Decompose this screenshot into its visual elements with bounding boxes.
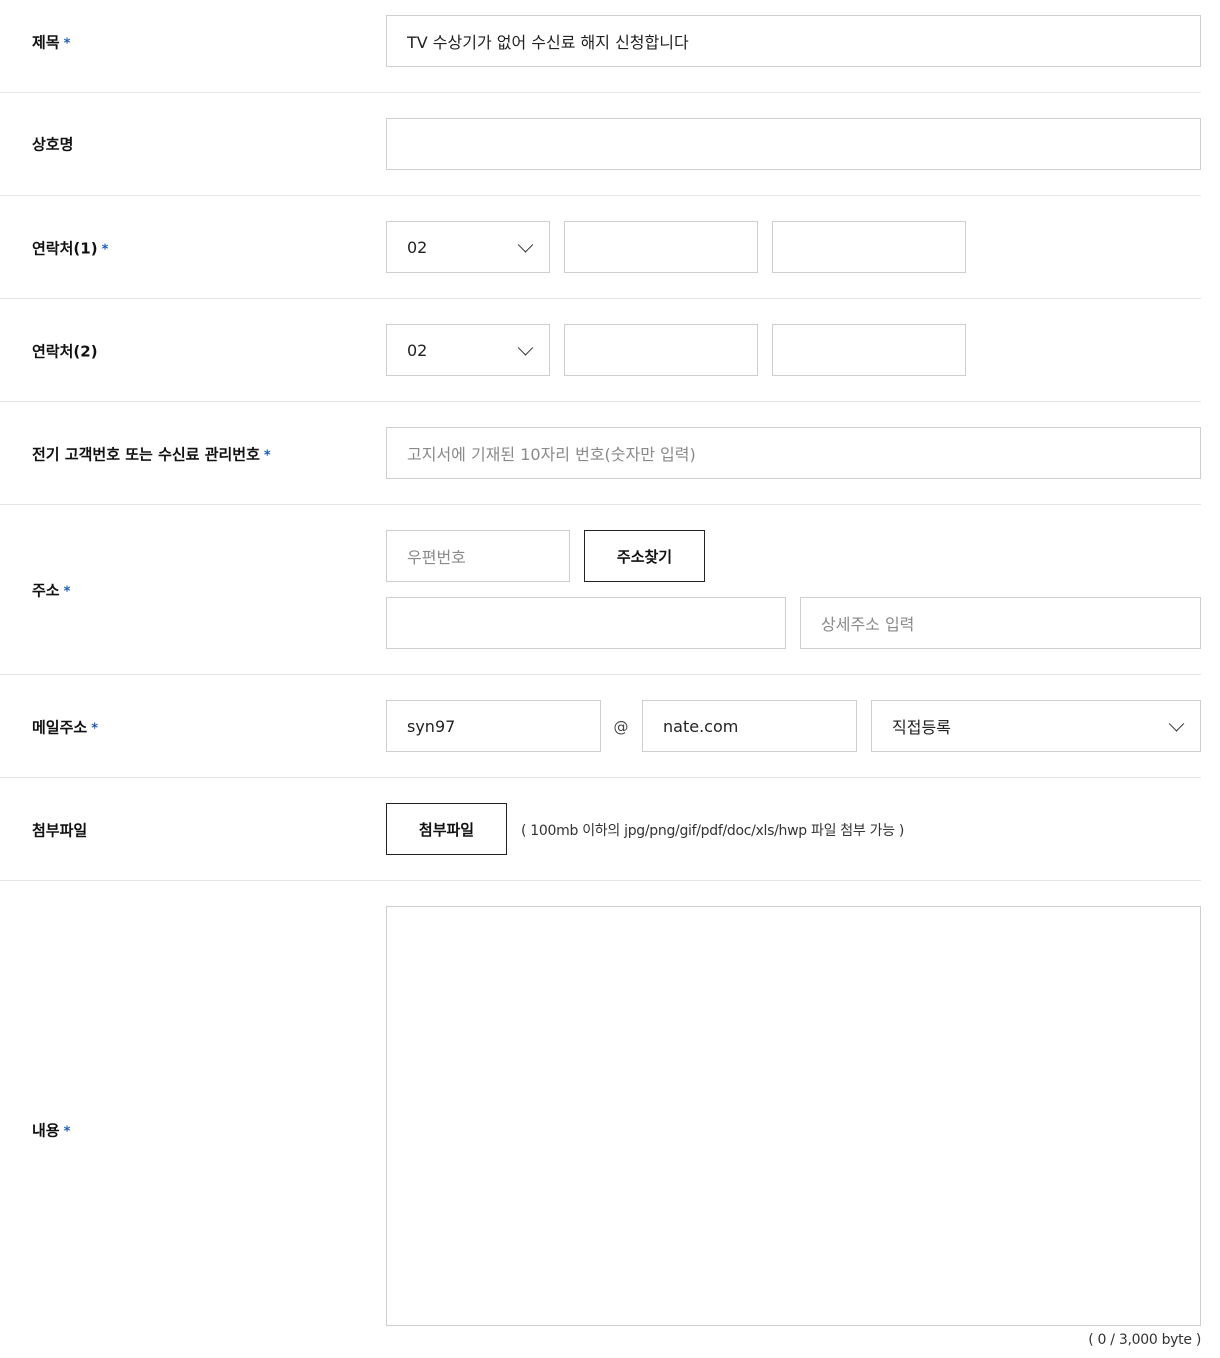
title-row: 제목 * TV 수상기가 없어 수신료 해지 신청합니다: [0, 0, 1201, 93]
required-mark: *: [101, 242, 109, 258]
title-input[interactable]: TV 수상기가 없어 수신료 해지 신청합니다: [386, 15, 1201, 67]
phone2-label: 연락처(2): [32, 342, 98, 361]
required-mark: *: [63, 36, 71, 52]
email-domain-select-value: 직접등록: [892, 718, 951, 737]
attachment-row: 첨부파일 첨부파일 ( 100mb 이하의 jpg/png/gif/pdf/do…: [0, 778, 1201, 881]
content-label: 내용 *: [32, 1121, 71, 1140]
phone2-row: 연락처(2) 02: [0, 299, 1201, 402]
phone1-label: 연락처(1) *: [32, 239, 109, 258]
content-row: 내용 *: [0, 881, 1201, 1358]
chevron-down-icon: [517, 340, 534, 356]
email-id-value: syn97: [407, 716, 456, 736]
phone2-area-select[interactable]: 02: [386, 324, 550, 376]
attach-file-button[interactable]: 첨부파일: [386, 803, 507, 855]
phone2-last-input[interactable]: [772, 324, 966, 376]
phone1-area-select[interactable]: 02: [386, 221, 550, 273]
phone1-last-input[interactable]: [772, 221, 966, 273]
phone1-middle-input[interactable]: [564, 221, 758, 273]
zip-code-input[interactable]: 우편번호: [386, 530, 570, 582]
base-address-input[interactable]: [386, 597, 786, 649]
required-mark: *: [91, 721, 99, 737]
content-textarea[interactable]: [386, 906, 1201, 1326]
title-label: 제목 *: [32, 33, 71, 52]
title-input-value: TV 수상기가 없어 수신료 해지 신청합니다: [407, 33, 689, 52]
customer-no-input[interactable]: 고지서에 기재된 10자리 번호(숫자만 입력): [386, 427, 1201, 479]
detail-address-input[interactable]: 상세주소 입력: [800, 597, 1201, 649]
attach-file-label: 첨부파일: [418, 820, 475, 839]
at-sign: @: [613, 718, 629, 736]
chevron-down-icon: [1168, 716, 1185, 732]
email-id-input[interactable]: syn97: [386, 700, 601, 752]
address-label: 주소 *: [32, 581, 71, 600]
email-row: 메일주소 * syn97 @ nate.com 직접등록: [0, 675, 1201, 778]
customer-no-row: 전기 고객번호 또는 수신료 관리번호 * 고지서에 기재된 10자리 번호(숫자…: [0, 402, 1201, 505]
phone2-area-value: 02: [407, 340, 428, 360]
phone1-row: 연락처(1) * 02: [0, 196, 1201, 299]
company-row: 상호명: [0, 93, 1201, 196]
detail-address-placeholder: 상세주소 입력: [821, 615, 915, 634]
email-domain-input[interactable]: nate.com: [642, 700, 857, 752]
company-label: 상호명: [32, 135, 74, 154]
address-search-button[interactable]: 주소찾기: [584, 530, 705, 582]
email-domain-select[interactable]: 직접등록: [871, 700, 1201, 752]
required-mark: *: [263, 448, 271, 464]
byte-counter: ( 0 / 3,000 byte ): [1088, 1332, 1201, 1348]
phone1-area-value: 02: [407, 237, 428, 257]
company-input[interactable]: [386, 118, 1201, 170]
customer-no-label: 전기 고객번호 또는 수신료 관리번호 *: [32, 445, 271, 464]
chevron-down-icon: [517, 237, 534, 253]
required-mark: *: [63, 1124, 71, 1140]
attachment-label: 첨부파일: [32, 821, 88, 840]
customer-no-placeholder: 고지서에 기재된 10자리 번호(숫자만 입력): [407, 445, 696, 464]
email-domain-value: nate.com: [663, 716, 739, 736]
email-label: 메일주소 *: [32, 718, 99, 737]
attachment-note: ( 100mb 이하의 jpg/png/gif/pdf/doc/xls/hwp …: [521, 823, 905, 839]
zip-code-placeholder: 우편번호: [407, 548, 466, 567]
address-row: 주소 * 우편번호 주소찾기 상세주소 입력: [0, 505, 1201, 675]
required-mark: *: [63, 584, 71, 600]
address-search-label: 주소찾기: [616, 547, 673, 566]
phone2-middle-input[interactable]: [564, 324, 758, 376]
